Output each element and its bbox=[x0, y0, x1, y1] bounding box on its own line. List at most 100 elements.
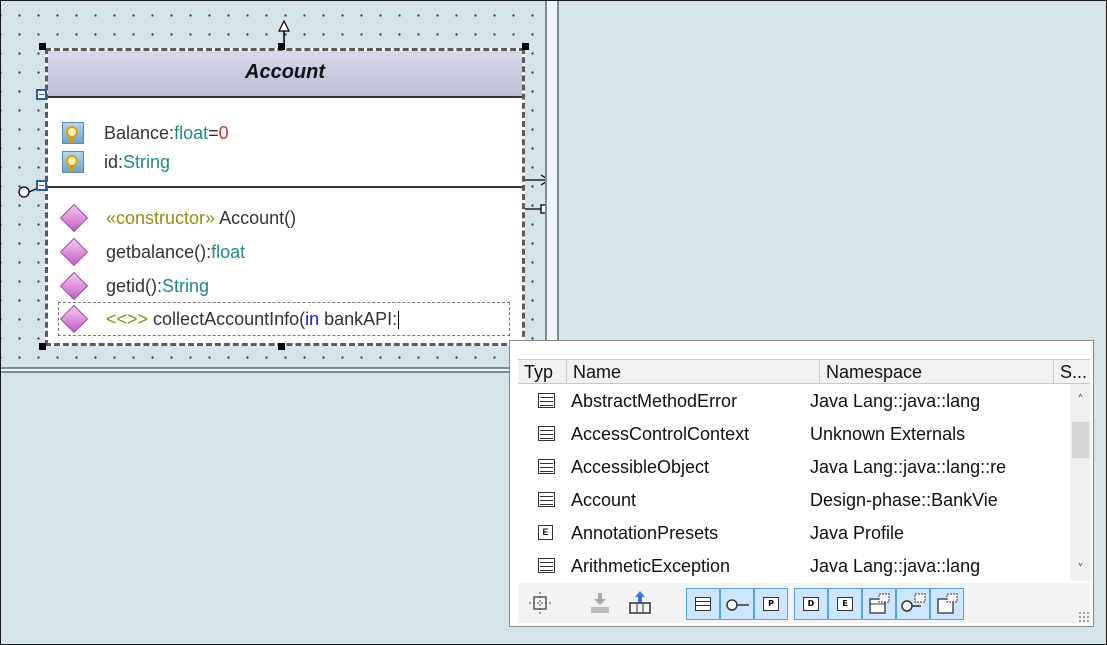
attribute-icon bbox=[62, 151, 84, 173]
class-icon bbox=[538, 492, 555, 507]
item-namespace: Java Lang::java::lang::re bbox=[810, 457, 1007, 477]
diagram-canvas[interactable]: Account Balance:float=0 id:String «const… bbox=[1, 1, 551, 369]
operation-type: float bbox=[211, 241, 246, 262]
resize-handle[interactable] bbox=[39, 43, 46, 50]
resize-handle[interactable] bbox=[522, 43, 529, 50]
resize-handle[interactable] bbox=[39, 343, 46, 350]
scroll-up-icon[interactable]: ˄ bbox=[1070, 390, 1091, 410]
operation-name: getid(): bbox=[106, 275, 163, 296]
item-name: AccessibleObject bbox=[571, 457, 710, 477]
item-name: AbstractMethodError bbox=[571, 391, 738, 411]
resize-handle[interactable] bbox=[278, 43, 285, 50]
attribute-balance[interactable]: Balance:float=0 bbox=[62, 119, 229, 147]
class-account[interactable]: Account Balance:float=0 id:String «const… bbox=[45, 48, 525, 346]
item-name: Account bbox=[571, 490, 637, 510]
list-item[interactable]: AccessibleObject Java Lang::java::lang::… bbox=[518, 451, 1070, 483]
generalization-connector[interactable] bbox=[271, 19, 301, 51]
class-icon bbox=[538, 558, 555, 573]
operation-icon bbox=[59, 237, 89, 267]
operation-name: getbalance(): bbox=[106, 241, 212, 262]
item-name: ArithmeticException bbox=[571, 556, 731, 576]
parameter-name: bankAPI: bbox=[319, 308, 398, 329]
list-item[interactable]: AccessControlContext Unknown Externals bbox=[518, 418, 1070, 450]
class-header[interactable]: Account bbox=[48, 51, 522, 98]
list-item[interactable]: E AnnotationPresets Java Profile bbox=[518, 517, 1070, 549]
datatype-filter-button[interactable]: D bbox=[794, 588, 828, 620]
operation-editing[interactable]: <<>> collectAccountInfo(in bankAPI: bbox=[59, 304, 400, 334]
list-item[interactable]: ArithmeticException Java Lang::java::lan… bbox=[518, 550, 1070, 582]
type-autocomplete-popup[interactable]: Typ Name Namespace S... AbstractMethodEr… bbox=[509, 340, 1094, 627]
popup-scrollbar[interactable]: ˄ ˅ bbox=[1070, 384, 1091, 581]
datatype-template-filter-button[interactable] bbox=[930, 588, 964, 620]
text-cursor bbox=[398, 310, 400, 329]
attribute-name: Balance: bbox=[104, 122, 175, 143]
move-down-icon[interactable] bbox=[586, 589, 614, 617]
interface-template-filter-button[interactable] bbox=[896, 588, 930, 620]
scrollbar-thumb[interactable] bbox=[1072, 422, 1089, 458]
default-value: 0 bbox=[218, 122, 229, 143]
list-item[interactable]: AbstractMethodError Java Lang::java::lan… bbox=[518, 385, 1070, 417]
stereotype-placeholder: <<>> bbox=[106, 308, 149, 329]
class-icon bbox=[538, 459, 555, 474]
item-namespace: Java Lang::java::lang bbox=[810, 391, 981, 411]
datatype-template-icon bbox=[937, 593, 958, 614]
class-filter-button[interactable] bbox=[686, 588, 720, 620]
popup-table-header: Typ Name Namespace S... bbox=[518, 359, 1090, 384]
class-template-icon bbox=[869, 593, 890, 614]
attribute-icon bbox=[62, 122, 84, 144]
operation-name: collectAccountInfo( bbox=[148, 308, 306, 329]
primitive-filter-button[interactable]: P bbox=[754, 588, 788, 620]
compartment-divider bbox=[48, 186, 522, 188]
attribute-type: String bbox=[123, 151, 171, 172]
item-namespace: Java Lang::java::lang bbox=[810, 556, 981, 576]
item-name: AnnotationPresets bbox=[571, 523, 719, 543]
attribute-id[interactable]: id:String bbox=[62, 148, 170, 176]
list-item[interactable]: Account Design-phase::BankVie bbox=[518, 484, 1070, 516]
datatype-icon: D bbox=[803, 597, 819, 611]
column-header-type[interactable]: Typ bbox=[518, 360, 567, 384]
item-namespace: Unknown Externals bbox=[810, 424, 966, 444]
operation-getid[interactable]: getid():String bbox=[59, 271, 210, 301]
vertical-splitter[interactable] bbox=[545, 1, 559, 373]
enumeration-icon: E bbox=[837, 597, 853, 611]
stereotype: «constructor» bbox=[106, 207, 216, 228]
operation-getbalance[interactable]: getbalance():float bbox=[59, 237, 246, 267]
attribute-type: float bbox=[174, 122, 209, 143]
interface-template-icon bbox=[901, 593, 926, 612]
class-icon bbox=[695, 597, 711, 611]
class-icon bbox=[538, 393, 555, 408]
item-name: AccessControlContext bbox=[571, 424, 750, 444]
column-header-namespace[interactable]: Namespace bbox=[820, 360, 1054, 384]
resize-grip-icon[interactable] bbox=[1078, 611, 1090, 623]
resize-handle[interactable] bbox=[278, 343, 285, 350]
class-icon bbox=[538, 426, 555, 441]
item-namespace: Java Profile bbox=[810, 523, 905, 543]
direction-keyword: in bbox=[305, 308, 320, 329]
operation-icon bbox=[59, 271, 89, 301]
column-header-s[interactable]: S... bbox=[1054, 360, 1090, 384]
operation-icon bbox=[59, 304, 89, 334]
class-template-filter-button[interactable] bbox=[862, 588, 896, 620]
popup-toolbar: P D E bbox=[518, 583, 1090, 623]
scroll-down-icon[interactable]: ˅ bbox=[1070, 559, 1091, 579]
operation-icon bbox=[59, 203, 89, 233]
operation-constructor[interactable]: «constructor» Account() bbox=[59, 203, 297, 233]
operation-name: Account() bbox=[215, 207, 297, 228]
operation-type: String bbox=[162, 275, 210, 296]
diagram-window: Account Balance:float=0 id:String «const… bbox=[0, 0, 1107, 645]
collapse-attributes-button[interactable] bbox=[36, 89, 47, 100]
column-header-name[interactable]: Name bbox=[567, 360, 820, 384]
enumeration-filter-button[interactable]: E bbox=[828, 588, 862, 620]
horizontal-splitter[interactable] bbox=[1, 367, 559, 373]
item-namespace: Design-phase::BankVie bbox=[810, 490, 998, 510]
primitive-icon: P bbox=[763, 597, 779, 611]
attribute-name: id: bbox=[104, 151, 124, 172]
interface-icon bbox=[726, 599, 749, 611]
interface-filter-button[interactable] bbox=[720, 588, 754, 620]
default-separator: = bbox=[208, 122, 219, 143]
collapse-operations-button[interactable] bbox=[36, 180, 47, 191]
enumeration-icon: E bbox=[538, 525, 553, 540]
class-name: Account bbox=[245, 61, 325, 83]
settings-icon[interactable] bbox=[526, 589, 554, 617]
hierarchy-icon[interactable] bbox=[626, 589, 654, 617]
